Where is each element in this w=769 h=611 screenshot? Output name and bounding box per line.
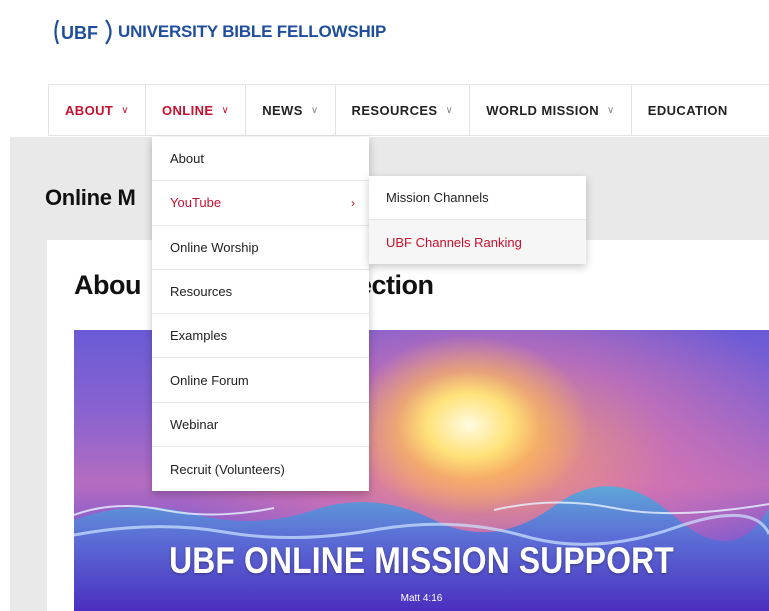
nav-item-news[interactable]: NEWS ∨ [246, 85, 336, 135]
chevron-right-icon: › [351, 195, 355, 210]
site-name: UNIVERSITY BIBLE FELLOWSHIP [118, 22, 387, 41]
submenu-item-ubf-channels-ranking[interactable]: UBF Channels Ranking [369, 220, 586, 264]
nav-item-world-mission[interactable]: WORLD MISSION ∨ [470, 85, 632, 135]
main-nav: ABOUT ∨ ONLINE ∨ NEWS ∨ RESOURCES ∨ WORL… [48, 84, 769, 136]
youtube-submenu: Mission Channels UBF Channels Ranking [369, 176, 586, 264]
nav-item-label: ABOUT [65, 102, 114, 118]
banner-title: UBF ONLINE MISSION SUPPORT [169, 540, 674, 581]
menu-item-youtube[interactable]: YouTube › [152, 181, 369, 226]
nav-item-online[interactable]: ONLINE ∨ [146, 85, 247, 135]
page-title: Online M [45, 185, 136, 210]
menu-item-label: Online Forum [170, 372, 249, 388]
nav-item-label: RESOURCES [351, 102, 438, 118]
submenu-item-mission-channels[interactable]: Mission Channels [369, 176, 586, 220]
ubf-logo-icon: UBF [54, 19, 112, 45]
menu-item-label: About [170, 151, 204, 167]
nav-item-education[interactable]: EDUCATION [632, 85, 744, 135]
nav-item-label: WORLD MISSION [486, 102, 600, 118]
banner-verse: Matt 4:16 [400, 593, 443, 604]
menu-item-label: Online Worship [170, 239, 259, 255]
menu-item-online-worship[interactable]: Online Worship [152, 226, 369, 270]
nav-item-label: NEWS [262, 102, 303, 118]
menu-item-recruit[interactable]: Recruit (Volunteers) [152, 447, 369, 491]
menu-item-label: Resources [170, 284, 233, 300]
menu-item-label: YouTube [170, 195, 222, 211]
online-dropdown-menu: About YouTube › Online Worship Resources… [152, 137, 369, 492]
menu-item-resources[interactable]: Resources [152, 270, 369, 315]
site-header: UBF UNIVERSITY BIBLE FELLOWSHIP [0, 0, 769, 84]
nav-item-label: ONLINE [161, 102, 214, 118]
chevron-down-icon: ∨ [607, 104, 615, 116]
nav-item-resources[interactable]: RESOURCES ∨ [336, 85, 471, 135]
menu-item-about[interactable]: About [152, 137, 369, 182]
chevron-down-icon: ∨ [310, 104, 319, 116]
nav-item-about[interactable]: ABOUT ∨ [48, 85, 146, 135]
menu-item-examples[interactable]: Examples [152, 314, 369, 359]
chevron-down-icon: ∨ [445, 104, 454, 116]
menu-item-webinar[interactable]: Webinar [152, 403, 369, 448]
menu-item-label: Examples [170, 328, 228, 344]
chevron-down-icon: ∨ [121, 104, 129, 116]
submenu-item-label: Mission Channels [386, 190, 489, 205]
card-title-head: Abou [74, 270, 141, 300]
submenu-item-label: UBF Channels Ranking [386, 234, 522, 250]
menu-item-online-forum[interactable]: Online Forum [152, 358, 369, 403]
menu-item-label: Webinar [170, 416, 219, 432]
svg-text:UBF: UBF [61, 23, 98, 43]
site-logo[interactable]: UBF UNIVERSITY BIBLE FELLOWSHIP [52, 18, 386, 46]
nav-item-label: EDUCATION [647, 102, 728, 118]
chevron-down-icon: ∨ [221, 104, 230, 116]
menu-item-label: Recruit (Volunteers) [170, 461, 285, 477]
